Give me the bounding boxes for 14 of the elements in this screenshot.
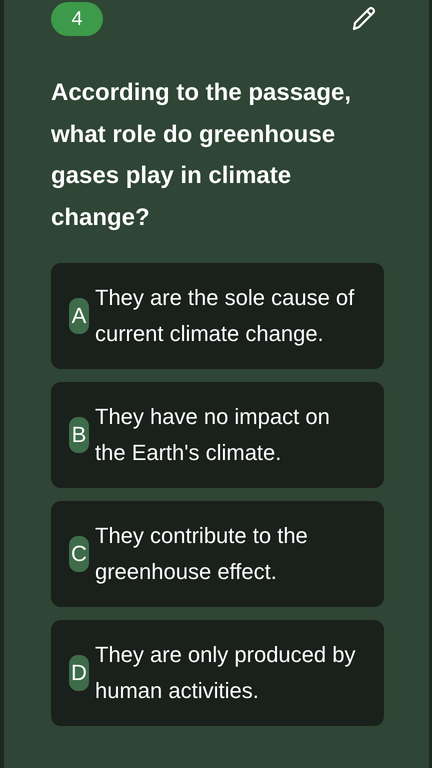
- option-letter: C: [69, 536, 89, 572]
- option-text: They are the sole cause of current climate change.: [95, 284, 356, 348]
- answer-option[interactable]: D They are only produced by human activities.: [51, 620, 384, 726]
- question-text: According to the passage, what role do greenhouse gases play in climate change?: [51, 78, 352, 232]
- question-number-badge: 4: [51, 2, 103, 36]
- option-letter: D: [69, 655, 89, 691]
- option-letter: B: [69, 417, 89, 453]
- option-letter: A: [69, 298, 89, 334]
- option-text: They contribute to the greenhouse effect.: [95, 522, 309, 586]
- edit-button[interactable]: [350, 5, 376, 33]
- answer-option[interactable]: A They are the sole cause of current climate change.: [51, 263, 384, 369]
- pencil-icon: [350, 5, 376, 33]
- option-text: They are only produced by human activities.: [95, 641, 356, 705]
- option-text: They have no impact on the Earth's climate.: [95, 403, 331, 467]
